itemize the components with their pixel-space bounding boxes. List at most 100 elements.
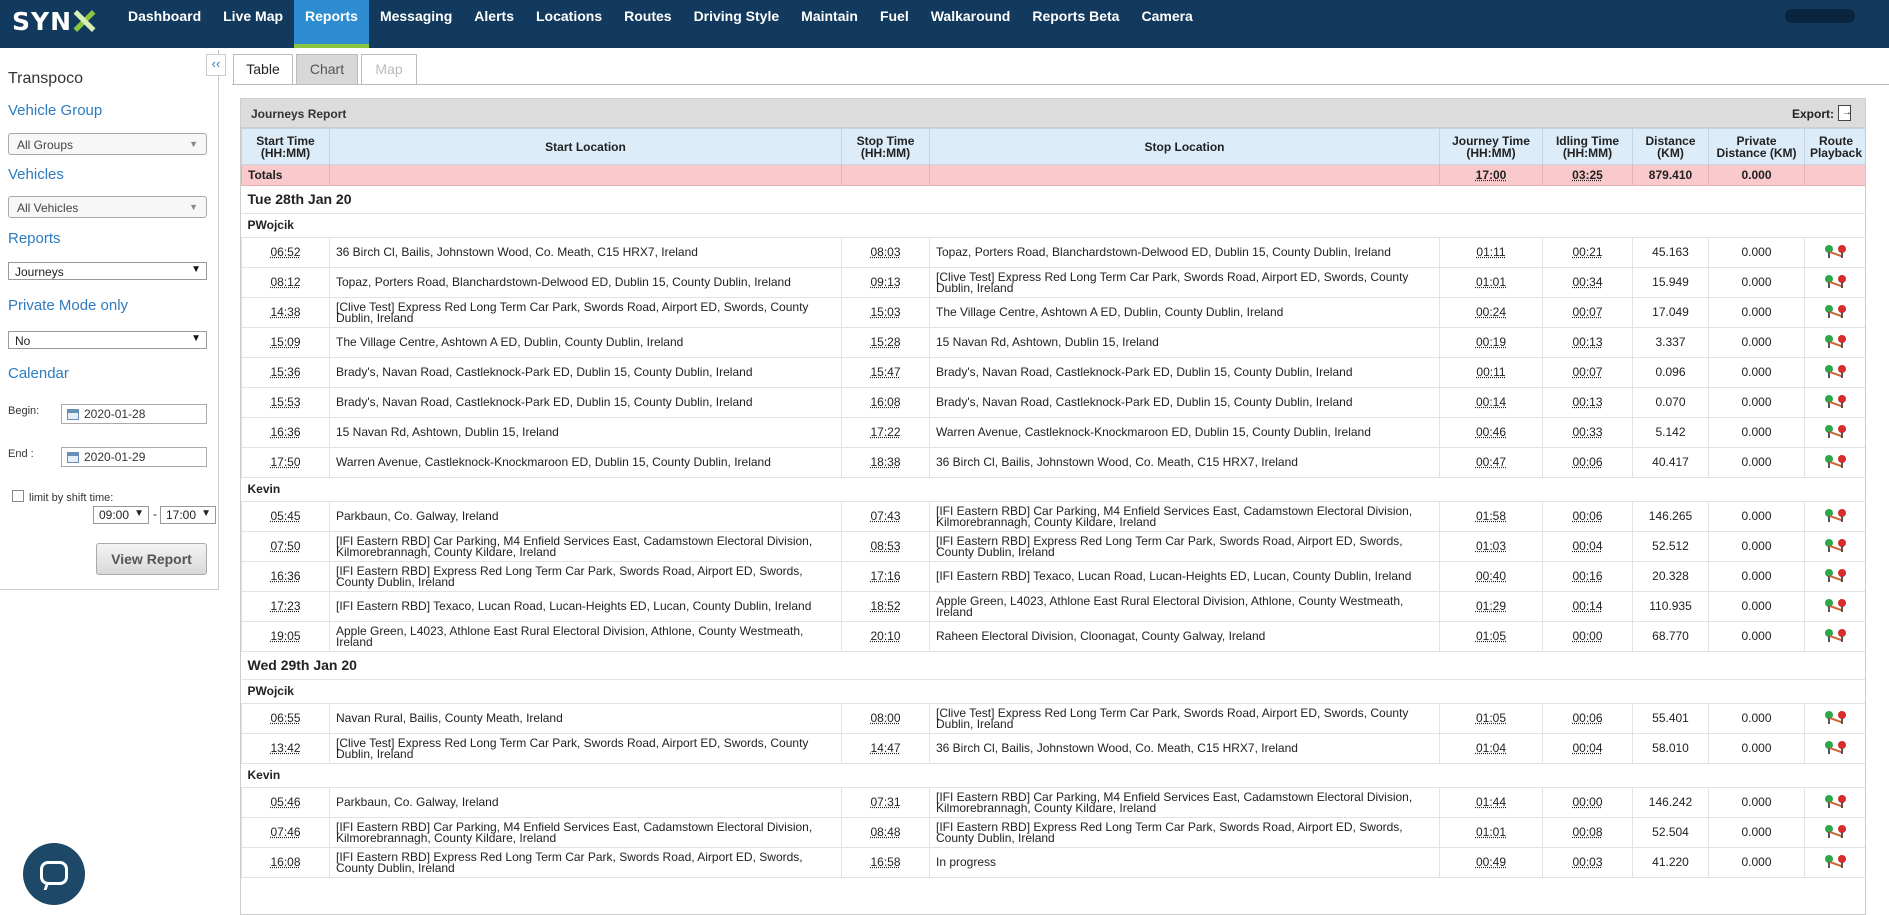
route-playback-icon[interactable]	[1824, 334, 1848, 349]
route-playback-cell[interactable]	[1804, 297, 1865, 328]
stop-time-cell[interactable]: 16:58	[841, 847, 930, 878]
idling-time-cell[interactable]: 00:21	[1542, 237, 1633, 268]
route-playback-cell[interactable]	[1804, 847, 1865, 878]
route-playback-cell[interactable]	[1804, 447, 1865, 478]
nav-item-reports-beta[interactable]: Reports Beta	[1021, 0, 1130, 48]
column-header[interactable]: Start Time (HH:MM)	[241, 128, 330, 165]
synx-logo[interactable]: SYN	[12, 5, 102, 37]
idling-time-cell[interactable]: 00:34	[1542, 267, 1633, 298]
nav-item-dashboard[interactable]: Dashboard	[117, 0, 212, 48]
route-playback-cell[interactable]	[1804, 267, 1865, 298]
route-playback-icon[interactable]	[1824, 854, 1848, 869]
column-header[interactable]: Private Distance (KM)	[1708, 128, 1805, 165]
route-playback-cell[interactable]	[1804, 703, 1865, 734]
start-time-cell[interactable]: 19:05	[241, 621, 330, 652]
route-playback-icon[interactable]	[1824, 568, 1848, 583]
route-playback-icon[interactable]	[1824, 394, 1848, 409]
route-playback-cell[interactable]	[1804, 817, 1865, 848]
route-playback-icon[interactable]	[1824, 794, 1848, 809]
route-playback-icon[interactable]	[1824, 824, 1848, 839]
column-header[interactable]: Journey Time (HH:MM)	[1439, 128, 1543, 165]
nav-item-live-map[interactable]: Live Map	[212, 0, 294, 48]
idling-time-cell[interactable]: 00:13	[1542, 327, 1633, 358]
view-report-button[interactable]: View Report	[96, 543, 207, 575]
nav-item-fuel[interactable]: Fuel	[869, 0, 920, 48]
nav-item-camera[interactable]: Camera	[1130, 0, 1203, 48]
start-time-cell[interactable]: 15:53	[241, 387, 330, 418]
journey-time-cell[interactable]: 00:40	[1439, 561, 1543, 592]
stop-time-cell[interactable]: 09:13	[841, 267, 930, 298]
start-time-cell[interactable]: 15:09	[241, 327, 330, 358]
route-playback-icon[interactable]	[1824, 364, 1848, 379]
route-playback-cell[interactable]	[1804, 237, 1865, 268]
route-playback-icon[interactable]	[1824, 710, 1848, 725]
route-playback-icon[interactable]	[1824, 304, 1848, 319]
begin-date-input[interactable]: 2020-01-28	[61, 404, 207, 424]
journey-time-cell[interactable]: 01:05	[1439, 621, 1543, 652]
start-time-cell[interactable]: 07:46	[241, 817, 330, 848]
route-playback-cell[interactable]	[1804, 501, 1865, 532]
stop-time-cell[interactable]: 07:31	[841, 787, 930, 818]
stop-time-cell[interactable]: 17:22	[841, 417, 930, 448]
stop-time-cell[interactable]: 08:53	[841, 531, 930, 562]
vehicles-select[interactable]: All Vehicles ▼	[8, 196, 207, 218]
stop-time-cell[interactable]: 08:00	[841, 703, 930, 734]
route-playback-cell[interactable]	[1804, 531, 1865, 562]
journey-time-cell[interactable]: 01:03	[1439, 531, 1543, 562]
idling-time-cell[interactable]: 00:14	[1542, 591, 1633, 622]
route-playback-cell[interactable]	[1804, 561, 1865, 592]
journey-time-cell[interactable]: 01:01	[1439, 817, 1543, 848]
nav-item-reports[interactable]: Reports	[294, 0, 369, 48]
route-playback-icon[interactable]	[1824, 274, 1848, 289]
route-playback-icon[interactable]	[1824, 454, 1848, 469]
route-playback-icon[interactable]	[1824, 424, 1848, 439]
stop-time-cell[interactable]: 18:38	[841, 447, 930, 478]
idling-time-cell[interactable]: 00:07	[1542, 357, 1633, 388]
report-type-select[interactable]: Journeys ▼	[8, 262, 207, 280]
nav-item-messaging[interactable]: Messaging	[369, 0, 463, 48]
idling-time-cell[interactable]: 00:33	[1542, 417, 1633, 448]
journey-time-cell[interactable]: 00:14	[1439, 387, 1543, 418]
nav-item-driving-style[interactable]: Driving Style	[683, 0, 791, 48]
idling-time-cell[interactable]: 00:04	[1542, 733, 1633, 764]
column-header[interactable]: Route Playback	[1804, 128, 1865, 165]
journey-time-cell[interactable]: 01:01	[1439, 267, 1543, 298]
idling-time-cell[interactable]: 00:07	[1542, 297, 1633, 328]
idling-time-cell[interactable]: 00:06	[1542, 501, 1633, 532]
tab-chart[interactable]: Chart	[296, 54, 358, 84]
start-time-cell[interactable]: 07:50	[241, 531, 330, 562]
route-playback-cell[interactable]	[1804, 591, 1865, 622]
stop-time-cell[interactable]: 07:43	[841, 501, 930, 532]
stop-time-cell[interactable]: 08:03	[841, 237, 930, 268]
route-playback-icon[interactable]	[1824, 628, 1848, 643]
export-icon[interactable]	[1838, 105, 1852, 121]
start-time-cell[interactable]: 14:38	[241, 297, 330, 328]
start-time-cell[interactable]: 15:36	[241, 357, 330, 388]
route-playback-cell[interactable]	[1804, 621, 1865, 652]
nav-item-walkaround[interactable]: Walkaround	[920, 0, 1022, 48]
stop-time-cell[interactable]: 18:52	[841, 591, 930, 622]
idling-time-cell[interactable]: 00:04	[1542, 531, 1633, 562]
export-control[interactable]: Export:	[1792, 105, 1852, 121]
start-time-cell[interactable]: 16:36	[241, 561, 330, 592]
idling-time-cell[interactable]: 00:06	[1542, 447, 1633, 478]
nav-item-routes[interactable]: Routes	[613, 0, 682, 48]
journey-time-cell[interactable]: 00:11	[1439, 357, 1543, 388]
start-time-cell[interactable]: 13:42	[241, 733, 330, 764]
shift-start-select[interactable]: 09:00 ▼	[93, 506, 149, 524]
start-time-cell[interactable]: 05:45	[241, 501, 330, 532]
start-time-cell[interactable]: 08:12	[241, 267, 330, 298]
start-time-cell[interactable]: 06:52	[241, 237, 330, 268]
idling-time-cell[interactable]: 00:08	[1542, 817, 1633, 848]
start-time-cell[interactable]: 17:23	[241, 591, 330, 622]
idling-time-cell[interactable]: 00:13	[1542, 387, 1633, 418]
shift-time-checkbox[interactable]	[12, 490, 24, 502]
idling-time-cell[interactable]: 00:06	[1542, 703, 1633, 734]
stop-time-cell[interactable]: 14:47	[841, 733, 930, 764]
idling-time-cell[interactable]: 00:16	[1542, 561, 1633, 592]
journey-time-cell[interactable]: 01:11	[1439, 237, 1543, 268]
nav-item-maintain[interactable]: Maintain	[790, 0, 869, 48]
route-playback-icon[interactable]	[1824, 244, 1848, 259]
route-playback-cell[interactable]	[1804, 733, 1865, 764]
start-time-cell[interactable]: 05:46	[241, 787, 330, 818]
